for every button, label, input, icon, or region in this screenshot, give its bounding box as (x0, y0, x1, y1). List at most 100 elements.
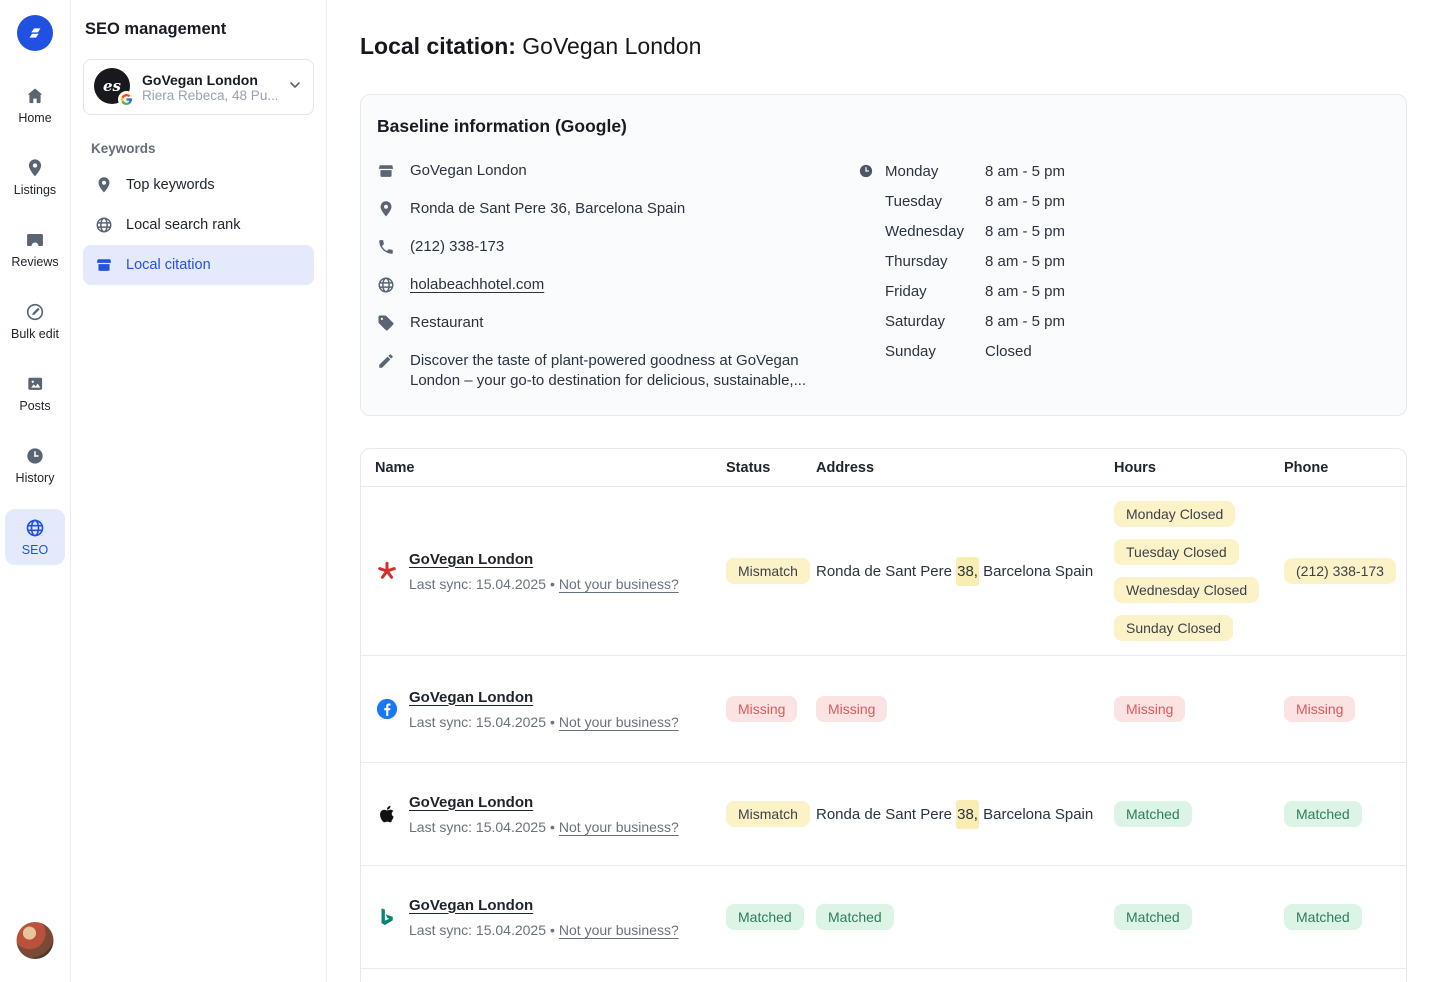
sidebar-item-local-search-rank[interactable]: Local search rank (83, 205, 314, 245)
hours-badge: Monday Closed (1114, 501, 1235, 527)
last-sync: Last sync: 15.04.2025•Not your business? (409, 819, 679, 835)
yelp-icon (375, 560, 399, 582)
rail-nav: Home Listings Reviews Bulk edit Posts Hi… (5, 77, 65, 565)
rail-item-label: Bulk edit (11, 327, 59, 341)
status-badge: Mismatch (726, 558, 810, 584)
last-sync: Last sync: 15.04.2025•Not your business? (409, 576, 679, 592)
pencil-icon (377, 351, 395, 391)
business-avatar: es (94, 68, 132, 106)
edit-circle-icon (25, 302, 45, 322)
listing-name-link[interactable]: GoVegan London (409, 794, 533, 811)
globe-icon (25, 518, 45, 538)
baseline-detail-globe: holabeachhotel.com (377, 275, 858, 295)
rail-item-label: Posts (19, 399, 50, 413)
hours-row: Sunday Closed (858, 341, 1065, 361)
hours-row: Wednesday 8 am - 5 pm (858, 221, 1065, 241)
status-badge: Mismatch (726, 801, 810, 827)
hours-row: Monday 8 am - 5 pm (858, 161, 1065, 181)
name-cell: GoVegan London Last sync: 15.04.2025•Not… (375, 897, 726, 938)
seo-sidebar: SEO management es GoVegan London Riera R… (71, 0, 327, 982)
rail-item-posts[interactable]: Posts (5, 365, 65, 421)
page-title: Local citation: GoVegan London (360, 33, 1407, 60)
not-your-business-link[interactable]: Not your business? (559, 714, 679, 730)
brand-icon (24, 22, 46, 44)
listing-name-link[interactable]: GoVegan London (409, 689, 533, 706)
hours-badge: Tuesday Closed (1114, 539, 1239, 565)
sidebar-nav: Top keywords Local search rank Local cit… (83, 165, 314, 285)
baseline-detail-pencil: Discover the taste of plant-powered good… (377, 351, 858, 391)
address-highlight: 38, (956, 800, 979, 829)
pin-icon (25, 158, 45, 178)
globe-icon (95, 216, 113, 234)
business-name: GoVegan London (142, 72, 277, 88)
rail-item-label: Listings (14, 183, 56, 197)
rail-item-bulk-edit[interactable]: Bulk edit (5, 293, 65, 349)
keywords-section-label: Keywords (91, 141, 314, 156)
hours-badge: Sunday Closed (1114, 615, 1233, 641)
business-selector[interactable]: es GoVegan London Riera Rebeca, 48 Pu... (83, 59, 314, 115)
baseline-detail-storefront: GoVegan London (377, 161, 858, 181)
sidebar-item-top-keywords[interactable]: Top keywords (83, 165, 314, 205)
hours-value: Closed (985, 343, 1032, 360)
baseline-detail-text: Ronda de Sant Pere 36, Barcelona Spain (410, 199, 685, 219)
app-logo[interactable] (17, 15, 53, 51)
listing-name-link[interactable]: GoVegan London (409, 551, 533, 568)
column-header-phone: Phone (1284, 460, 1406, 476)
hours-day: Wednesday (885, 223, 985, 240)
hours-value: 8 am - 5 pm (985, 253, 1065, 270)
listing-name-link[interactable]: GoVegan London (409, 897, 533, 914)
address-highlight: 38, (956, 557, 979, 586)
name-cell: GoVegan London Last sync: 15.04.2025•Not… (375, 689, 726, 730)
storefront-icon (377, 161, 395, 181)
website-link[interactable]: holabeachhotel.com (410, 275, 544, 295)
rail-item-reviews[interactable]: Reviews (5, 221, 65, 277)
phone-icon (377, 237, 395, 257)
user-avatar[interactable] (17, 922, 54, 959)
baseline-detail-pin: Ronda de Sant Pere 36, Barcelona Spain (377, 199, 858, 219)
pin-icon (95, 176, 113, 194)
column-header-address: Address (816, 460, 1114, 476)
table-row-apple: GoVegan London Last sync: 15.04.2025•Not… (361, 763, 1406, 866)
table-row-bing: GoVegan London Last sync: 15.04.2025•Not… (361, 866, 1406, 969)
icon-rail: Home Listings Reviews Bulk edit Posts Hi… (0, 0, 71, 982)
bing-icon (375, 906, 399, 928)
chevron-down-icon (287, 77, 303, 98)
column-header-hours: Hours (1114, 460, 1284, 476)
sidebar-item-local-citation[interactable]: Local citation (83, 245, 314, 285)
not-your-business-link[interactable]: Not your business? (559, 576, 679, 592)
not-your-business-link[interactable]: Not your business? (559, 922, 679, 938)
hours-row: Thursday 8 am - 5 pm (858, 251, 1065, 271)
rail-item-seo[interactable]: SEO (5, 509, 65, 565)
hours-badge: Missing (1114, 696, 1185, 722)
baseline-detail-tag: Restaurant (377, 313, 858, 333)
baseline-detail-text: Discover the taste of plant-powered good… (410, 351, 830, 391)
globe-icon (377, 275, 395, 295)
table-header: NameStatusAddressHoursPhone (361, 449, 1406, 487)
rail-item-label: History (16, 471, 55, 485)
rail-item-label: Reviews (11, 255, 58, 269)
hours-day: Tuesday (885, 193, 985, 210)
business-meta: GoVegan London Riera Rebeca, 48 Pu... (142, 72, 277, 103)
rail-item-home[interactable]: Home (5, 77, 65, 133)
hours-row: Tuesday 8 am - 5 pm (858, 191, 1065, 211)
hours-value: 8 am - 5 pm (985, 223, 1065, 240)
business-address: Riera Rebeca, 48 Pu... (142, 88, 277, 103)
address-text: Ronda de Sant Pere 38, Barcelona Spain (816, 806, 1114, 823)
apple-icon (375, 803, 399, 825)
clock-icon (25, 446, 45, 466)
tag-icon (377, 313, 395, 333)
storefront-icon (95, 256, 113, 274)
citation-table: NameStatusAddressHoursPhone GoVegan Lond… (360, 448, 1407, 982)
address-badge: Matched (816, 904, 894, 930)
last-sync: Last sync: 15.04.2025•Not your business? (409, 922, 679, 938)
hours-day: Saturday (885, 313, 985, 330)
hours-row: Saturday 8 am - 5 pm (858, 311, 1065, 331)
rail-item-history[interactable]: History (5, 437, 65, 493)
not-your-business-link[interactable]: Not your business? (559, 819, 679, 835)
address-text: Ronda de Sant Pere 38, Barcelona Spain (816, 563, 1114, 580)
hours-badge: Wednesday Closed (1114, 577, 1259, 603)
hours-row: Friday 8 am - 5 pm (858, 281, 1065, 301)
baseline-detail-phone: (212) 338-173 (377, 237, 858, 257)
hours-value: 8 am - 5 pm (985, 163, 1065, 180)
rail-item-listings[interactable]: Listings (5, 149, 65, 205)
